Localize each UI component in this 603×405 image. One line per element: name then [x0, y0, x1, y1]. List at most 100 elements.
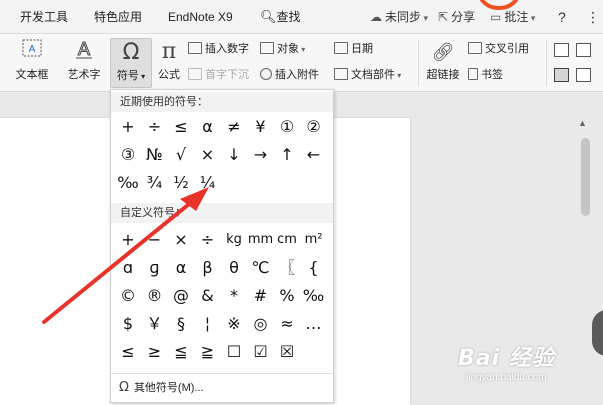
- recent-symbol-cell[interactable]: ÷: [142, 114, 168, 140]
- custom-symbol-cell[interactable]: §: [168, 311, 194, 337]
- custom-symbol-cell[interactable]: ≦: [168, 339, 194, 365]
- custom-symbol-cell[interactable]: ©: [115, 283, 141, 309]
- layout-option-icon[interactable]: [554, 68, 569, 82]
- watermark-main: Bai 经验: [458, 346, 555, 371]
- custom-symbol-cell[interactable]: ‰: [301, 283, 327, 309]
- bookmark-button[interactable]: 书签: [468, 66, 503, 84]
- custom-symbol-cell[interactable]: 〖: [274, 255, 300, 281]
- custom-symbol-cell[interactable]: ℃: [248, 255, 274, 281]
- custom-symbol-cell[interactable]: ®: [142, 283, 168, 309]
- custom-symbol-cell[interactable]: ≧: [195, 339, 221, 365]
- custom-symbol-cell[interactable]: @: [168, 283, 194, 309]
- symbol-label: 符号 ▾: [116, 70, 146, 82]
- custom-symbol-cell[interactable]: ×: [168, 227, 194, 253]
- dropdown-separator: [111, 373, 333, 374]
- tab-endnote[interactable]: EndNote X9: [168, 0, 233, 34]
- formula-button[interactable]: π 公式: [152, 38, 186, 82]
- custom-symbol-cell[interactable]: mm: [248, 227, 274, 253]
- recent-symbol-cell[interactable]: ≤: [168, 114, 194, 140]
- wordart-button[interactable]: A 艺术字: [62, 38, 106, 82]
- custom-symbol-cell[interactable]: ÷: [195, 227, 221, 253]
- recent-symbol-cell[interactable]: →: [248, 142, 274, 168]
- custom-symbol-cell[interactable]: ≤: [115, 339, 141, 365]
- svg-text:A: A: [78, 39, 91, 60]
- hyperlink-button[interactable]: 🔗︎ 超链接: [424, 38, 462, 82]
- custom-symbol-cell[interactable]: {: [301, 255, 327, 281]
- custom-symbols-title: 自定义符号：: [111, 203, 333, 223]
- custom-symbol-cell[interactable]: β: [195, 255, 221, 281]
- symbol-button[interactable]: Ω 符号 ▾: [110, 38, 152, 88]
- baidu-watermark: Bai 经验 jingyan.baidu.com: [458, 340, 598, 398]
- recent-symbol-cell[interactable]: №: [142, 142, 168, 168]
- custom-symbol-cell[interactable]: ≥: [142, 339, 168, 365]
- custom-symbol-cell[interactable]: ɡ: [142, 255, 168, 281]
- layout-option-icon[interactable]: [576, 68, 591, 82]
- custom-symbol-cell[interactable]: …: [301, 311, 327, 337]
- wordart-label: 艺术字: [67, 69, 101, 81]
- custom-symbol-cell[interactable]: &: [195, 283, 221, 309]
- insert-attachment-button[interactable]: 插入附件: [260, 66, 319, 84]
- custom-symbol-cell[interactable]: ɑ: [115, 255, 141, 281]
- custom-symbol-cell[interactable]: ☐: [221, 339, 247, 365]
- tab-developer-tools[interactable]: 开发工具: [20, 0, 68, 34]
- custom-symbol-cell[interactable]: ※: [221, 311, 247, 337]
- sync-status[interactable]: ☁ 未同步 ▾: [370, 0, 428, 34]
- recent-symbol-cell[interactable]: ②: [301, 114, 327, 140]
- custom-symbol-cell[interactable]: kg: [221, 227, 247, 253]
- recent-symbol-cell[interactable]: ×: [195, 142, 221, 168]
- custom-symbol-cell[interactable]: −: [142, 227, 168, 253]
- ribbon-separator: [546, 40, 547, 86]
- document-parts-button[interactable]: 文档部件 ▾: [334, 66, 401, 84]
- custom-symbol-cell[interactable]: ≈: [274, 311, 300, 337]
- scroll-up-arrow-icon[interactable]: ▲: [578, 118, 587, 128]
- custom-symbol-cell[interactable]: α: [168, 255, 194, 281]
- custom-symbol-cell[interactable]: ☑: [248, 339, 274, 365]
- recent-symbol-cell[interactable]: ①: [274, 114, 300, 140]
- recent-symbol-cell[interactable]: ③: [115, 142, 141, 168]
- custom-symbol-cell[interactable]: +: [115, 227, 141, 253]
- custom-symbol-cell[interactable]: %: [274, 283, 300, 309]
- more-menu-button[interactable]: ⋮: [586, 0, 600, 34]
- custom-symbol-cell[interactable]: θ: [221, 255, 247, 281]
- wordart-icon: A: [62, 38, 106, 66]
- vertical-scrollbar-thumb[interactable]: [581, 138, 590, 216]
- recent-symbol-cell[interactable]: ←: [301, 142, 327, 168]
- date-button[interactable]: 日期: [334, 40, 373, 58]
- dropcap-icon: [188, 68, 202, 80]
- recent-symbol-cell[interactable]: α: [195, 114, 221, 140]
- textbox-label: 文本框: [15, 69, 49, 81]
- recent-symbol-cell[interactable]: ↑: [274, 142, 300, 168]
- recent-symbol-cell[interactable]: +: [115, 114, 141, 140]
- dropcap-button[interactable]: 首字下沉: [188, 66, 249, 84]
- recent-symbol-cell[interactable]: ≠: [221, 114, 247, 140]
- insert-number-button[interactable]: 插入数字: [188, 40, 249, 58]
- tab-special-apps[interactable]: 特色应用: [94, 0, 142, 34]
- custom-symbol-cell[interactable]: ☒: [274, 339, 300, 365]
- share-button[interactable]: ⇱ 分享: [438, 0, 475, 34]
- recent-symbol-cell[interactable]: ↓: [221, 142, 247, 168]
- recent-symbol-cell[interactable]: ‰: [115, 170, 141, 196]
- layout-option-icon[interactable]: [554, 43, 569, 57]
- custom-symbol-cell[interactable]: cm: [274, 227, 300, 253]
- recent-symbol-cell[interactable]: ½: [168, 170, 194, 196]
- recent-symbol-cell[interactable]: ¼: [195, 170, 221, 196]
- more-symbols-button[interactable]: Ω 其他符号(M)...: [119, 378, 204, 398]
- ribbon-separator: [418, 40, 419, 86]
- tab-search[interactable]: 🔍︎查找: [260, 0, 301, 34]
- recent-symbol-cell[interactable]: ¾: [142, 170, 168, 196]
- custom-symbol-cell[interactable]: *: [221, 283, 247, 309]
- custom-symbol-cell[interactable]: $: [115, 311, 141, 337]
- textbox-button[interactable]: A 文本框: [10, 38, 54, 82]
- menu-tab-bar: 开发工具 特色应用 EndNote X9 🔍︎查找 ☁ 未同步 ▾ ⇱ 分享 ▭ 批注…: [0, 0, 603, 34]
- layout-option-icon[interactable]: [576, 43, 591, 57]
- custom-symbol-cell[interactable]: ◎: [248, 311, 274, 337]
- help-button[interactable]: ?: [558, 0, 566, 34]
- custom-symbol-cell[interactable]: #: [248, 283, 274, 309]
- object-button[interactable]: 对象 ▾: [260, 40, 305, 58]
- custom-symbol-cell[interactable]: m²: [301, 227, 327, 253]
- recent-symbol-cell[interactable]: √: [168, 142, 194, 168]
- custom-symbol-cell[interactable]: ¦: [195, 311, 221, 337]
- recent-symbol-cell[interactable]: ¥: [248, 114, 274, 140]
- cross-reference-button[interactable]: 交叉引用: [468, 40, 529, 58]
- custom-symbol-cell[interactable]: ￥: [142, 311, 168, 337]
